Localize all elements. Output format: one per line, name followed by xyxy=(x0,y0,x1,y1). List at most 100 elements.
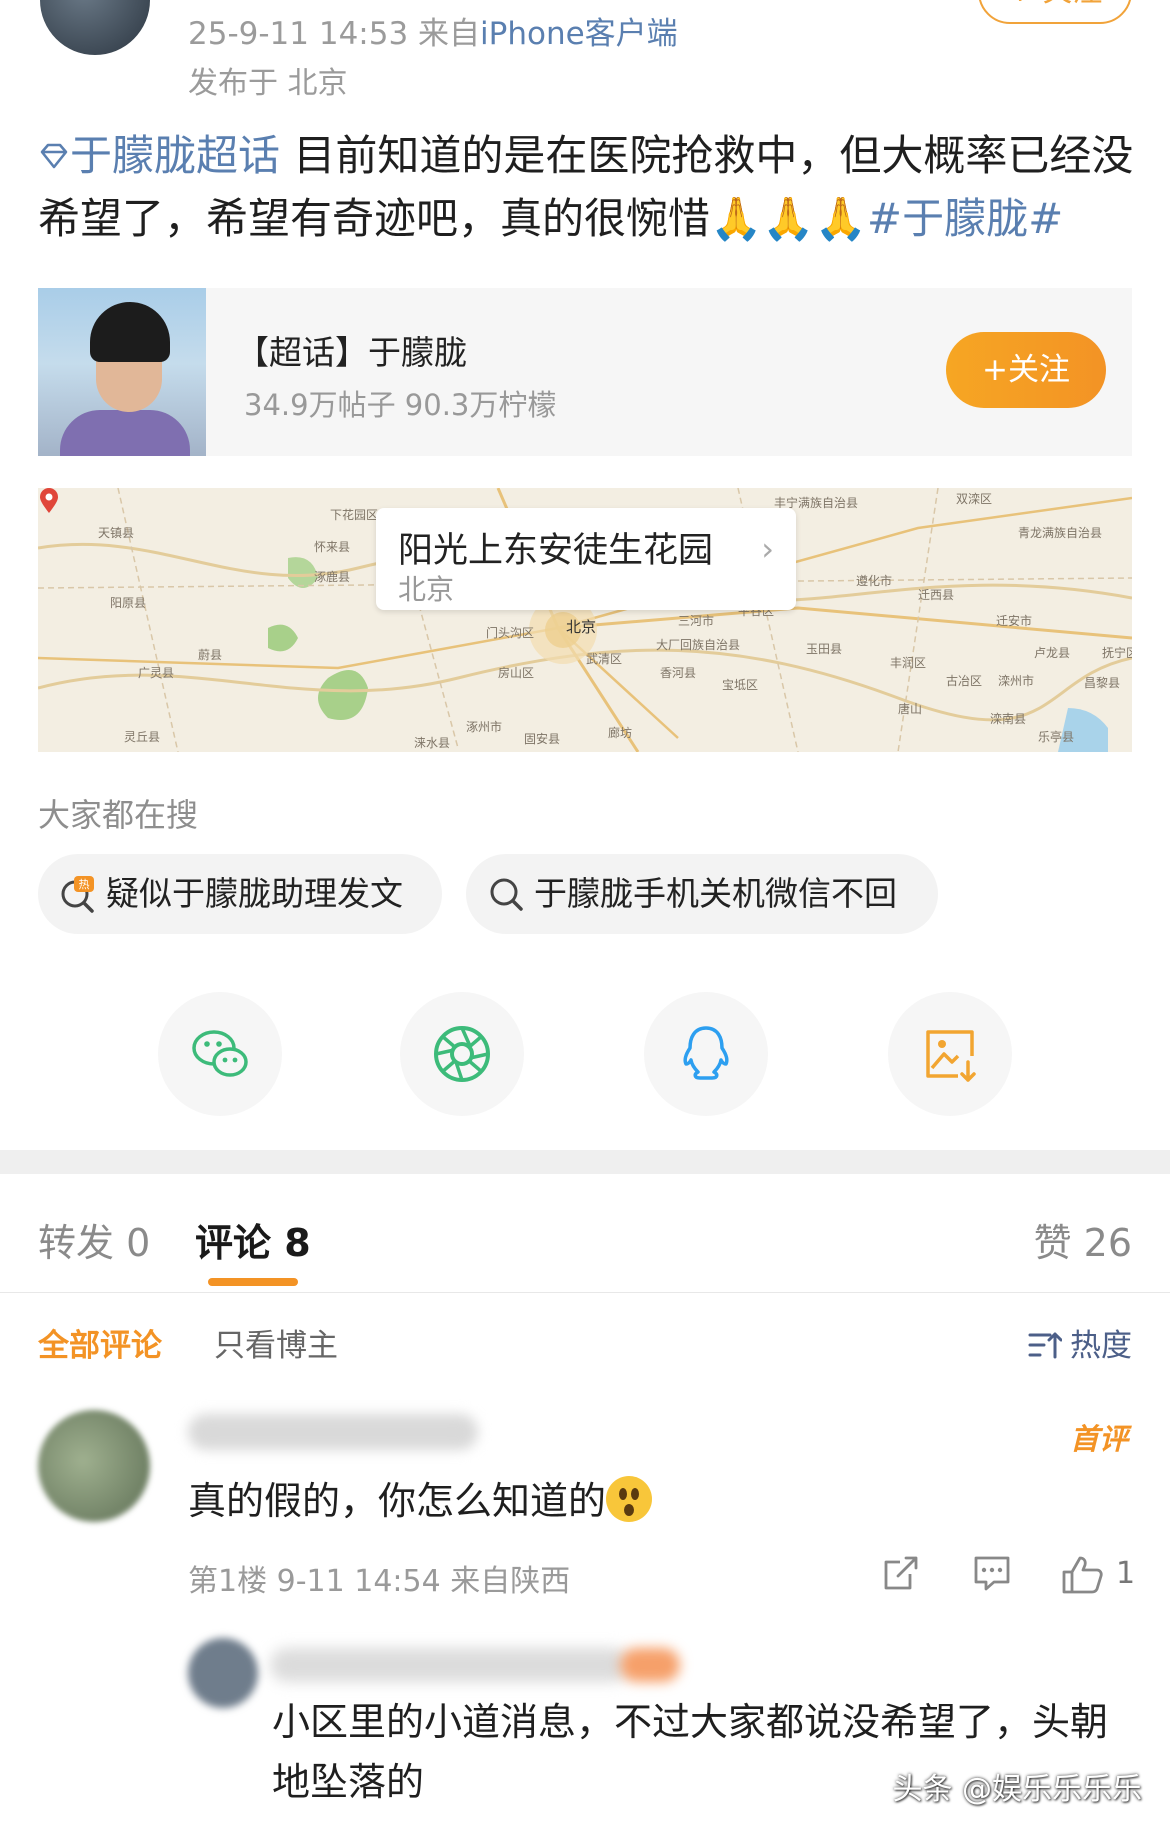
post-source[interactable]: iPhone客户端 xyxy=(480,16,678,52)
svg-text:热: 热 xyxy=(79,878,90,891)
hashtag-link[interactable]: #于朦胧# xyxy=(867,194,1063,243)
reply-comment-icon[interactable] xyxy=(972,1554,1012,1592)
location-name: 阳光上东安徒生花园 xyxy=(398,531,714,571)
map-label: 涿鹿县 xyxy=(314,570,351,584)
share-moments-button[interactable] xyxy=(400,992,524,1116)
map-pin-icon xyxy=(40,488,58,513)
moments-icon xyxy=(434,1026,490,1082)
map-label: 乐亭县 xyxy=(1038,730,1075,744)
tabs-divider xyxy=(0,1292,1170,1293)
map-label: 抚宁区 xyxy=(1102,646,1132,660)
supertopic-follow-button[interactable]: +关注 xyxy=(946,332,1106,408)
map-label: 三河市 xyxy=(678,614,715,628)
share-qq-button[interactable] xyxy=(644,992,768,1116)
map-label: 天镇县 xyxy=(98,526,135,540)
map-label: 滦南县 xyxy=(990,712,1027,726)
trending-heading: 大家都在搜 xyxy=(38,796,199,834)
sort-label: 热度 xyxy=(1070,1328,1132,1364)
section-divider xyxy=(0,1150,1170,1174)
map-label: 下花园区 xyxy=(330,508,379,522)
tab-reposts[interactable]: 转发 0 xyxy=(38,1212,150,1267)
post-body: 于朦胧超话 目前知道的是在医院抢救中，但大概率已经没希望了，希望有奇迹吧，真的很… xyxy=(38,124,1138,250)
supertopic-stats: 34.9万帖子 90.3万柠檬 xyxy=(244,388,557,422)
map-label: 涿州市 xyxy=(466,720,503,734)
map-label: 昌黎县 xyxy=(1084,676,1121,690)
share-wechat-button[interactable] xyxy=(158,992,282,1116)
map-label: 广灵县 xyxy=(138,666,175,680)
follow-author-button[interactable]: + 关注 xyxy=(978,0,1132,24)
commenter-name-blurred[interactable] xyxy=(188,1414,478,1450)
supertopic-title: 【超话】于朦胧 xyxy=(236,333,467,372)
location-bubble[interactable]: 阳光上东安徒生花园 北京 › xyxy=(376,508,796,610)
map-label: 卢龙县 xyxy=(1034,646,1071,660)
author-avatar[interactable] xyxy=(40,0,150,55)
commenter-avatar[interactable] xyxy=(38,1410,150,1522)
like-comment-icon[interactable] xyxy=(1060,1554,1104,1594)
map-label: 双滦区 xyxy=(956,492,993,506)
supertopic-photo xyxy=(38,288,206,456)
post-meta: 25-9-11 14:53 来自iPhone客户端 xyxy=(188,8,678,53)
shocked-emoji-icon xyxy=(606,1476,653,1522)
map-label: 武清区 xyxy=(586,652,623,666)
map-label: 门头沟区 xyxy=(486,626,535,640)
map-label: 青龙满族自治县 xyxy=(1018,526,1103,540)
comment-body: 真的假的，你怎么知道的 xyxy=(188,1479,607,1523)
search-icon xyxy=(490,878,523,911)
hot-search-icon: 热 xyxy=(61,876,94,913)
map-label: 大厂回族自治县 xyxy=(656,638,741,652)
map-label: 廊坊 xyxy=(608,726,633,740)
map-label: 宝坻区 xyxy=(722,678,759,692)
post-timestamp: 25-9-11 14:53 xyxy=(188,16,409,52)
comment-meta: 第1楼 9-11 14:54 来自陕西 xyxy=(188,1564,571,1599)
trending-chip[interactable]: 于朦胧手机关机微信不回 xyxy=(466,854,938,934)
map-label: 固安县 xyxy=(524,732,561,746)
map-label: 涞水县 xyxy=(414,736,451,750)
comment-text: 真的假的，你怎么知道的 xyxy=(188,1470,653,1525)
map-label: 灵丘县 xyxy=(124,730,161,744)
replier-avatar[interactable] xyxy=(188,1638,258,1708)
post-location: 发布于 北京 xyxy=(188,66,348,101)
trending-chip[interactable]: 热 疑似于朦胧助理发文 xyxy=(38,854,442,934)
filter-all-comments[interactable]: 全部评论 xyxy=(38,1320,162,1365)
sort-icon xyxy=(1028,1332,1063,1359)
location-city: 北京 xyxy=(398,573,455,606)
save-image-button[interactable] xyxy=(888,992,1012,1116)
repost-comment-icon[interactable] xyxy=(882,1554,920,1592)
map-label: 阳原县 xyxy=(110,596,147,610)
map-label: 唐山 xyxy=(898,702,923,716)
map-label: 蔚县 xyxy=(198,648,223,662)
map-label: 房山区 xyxy=(498,666,535,680)
map-label: 古冶区 xyxy=(946,674,983,688)
map-label: 玉田县 xyxy=(806,642,843,656)
tab-comments[interactable]: 评论 8 xyxy=(195,1212,311,1267)
comment-like-count: 1 xyxy=(1116,1556,1136,1591)
replier-name-blurred[interactable] xyxy=(270,1648,630,1682)
map-label: 迁西县 xyxy=(918,588,955,602)
active-tab-indicator xyxy=(208,1278,298,1286)
first-comment-badge: 首评 xyxy=(1069,1422,1128,1456)
filter-author-only[interactable]: 只看博主 xyxy=(214,1320,338,1365)
pray-emoji: 🙏🙏🙏 xyxy=(710,194,867,243)
save-image-icon xyxy=(926,1030,976,1082)
map-label: 迁安市 xyxy=(996,614,1033,628)
chevron-right-icon: › xyxy=(761,530,774,568)
diamond-icon xyxy=(40,143,68,169)
map-label: 遵化市 xyxy=(856,574,893,588)
map-label: 滦州市 xyxy=(998,674,1035,688)
qq-icon xyxy=(683,1026,729,1080)
tab-likes[interactable]: 赞 26 xyxy=(1034,1212,1132,1267)
map-label: 香河县 xyxy=(660,666,697,680)
replier-badge-blurred xyxy=(620,1648,680,1682)
location-map[interactable]: 北京 廊坊 唐山 三河市 香河县 宝坻区 玉田县 丰润区 迁西县 迁安市 滦州市… xyxy=(38,488,1132,752)
map-label: 北京 xyxy=(566,618,597,636)
watermark: 头条 @娱乐乐乐乐 xyxy=(892,1772,1142,1807)
supertopic-name: 于朦胧超话 xyxy=(70,131,281,180)
post-source-prefix: 来自 xyxy=(418,16,481,52)
trending-chip-label: 疑似于朦胧助理发文 xyxy=(106,874,403,913)
sort-by-heat-button[interactable]: 热度 xyxy=(1028,1320,1132,1365)
supertopic-link[interactable]: 于朦胧超话 xyxy=(38,131,280,180)
supertopic-card[interactable]: 【超话】于朦胧 34.9万帖子 90.3万柠檬 +关注 xyxy=(38,288,1132,456)
trending-chip-label: 于朦胧手机关机微信不回 xyxy=(534,874,897,913)
wechat-icon xyxy=(192,1030,248,1077)
map-label: 怀来县 xyxy=(314,540,351,554)
